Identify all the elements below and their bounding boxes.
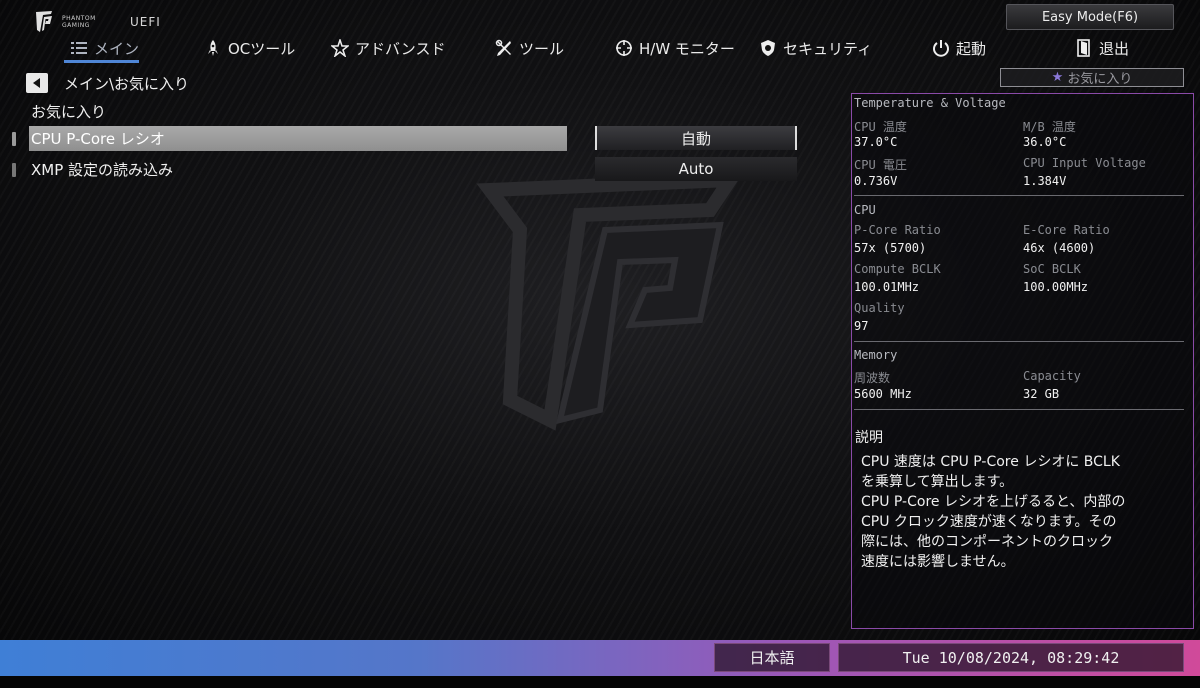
brand-logo: PHANTOM GAMING UEFI — [34, 10, 161, 34]
memory-capacity-label: Capacity — [1023, 369, 1081, 383]
soc-bclk-label: SoC BCLK — [1023, 262, 1081, 276]
setting-row-cpu-pcore-ratio[interactable]: CPU P-Core レシオ — [12, 126, 567, 151]
xmp-value[interactable]: Auto — [595, 157, 797, 181]
status-bar-edge — [0, 676, 1200, 688]
cpu-voltage-label: CPU 電圧 — [854, 158, 907, 172]
shield-icon — [761, 40, 775, 56]
tab-main-label: メイン — [94, 39, 140, 58]
tab-exit[interactable]: 退出 — [1075, 34, 1129, 62]
description-text: CPU 速度は CPU P-Core レシオに BCLK を乗算して算出します。… — [861, 454, 1126, 570]
quality-label: Quality — [854, 301, 905, 315]
phantom-gaming-logo-icon — [36, 11, 52, 32]
soc-bclk-value: 100.00MHz — [1023, 280, 1089, 294]
active-tab-indicator — [64, 60, 139, 63]
tab-tools[interactable]: ツール — [495, 34, 564, 62]
hw-monitor-panel: Temperature & Voltage CPU 温度 37.0°C M/B … — [851, 93, 1194, 629]
tab-advanced[interactable]: アドバンスド — [331, 34, 445, 62]
setting-row-xmp[interactable]: XMP 設定の読み込み — [12, 157, 567, 182]
cpu-voltage-value: 0.736V — [854, 174, 898, 188]
cpu-input-voltage-value: 1.384V — [1023, 174, 1067, 188]
star-icon: ★ — [1051, 70, 1064, 85]
cpu-temp-value: 37.0°C — [854, 135, 898, 149]
mb-temp-value: 36.0°C — [1023, 135, 1067, 149]
language-button[interactable]: 日本語 — [714, 643, 830, 672]
ecore-ratio-value: 46x (4600) — [1023, 241, 1096, 255]
main-nav: メイン OCツール アドバンスド ツール H/W モニター セキュリティ 起動 … — [0, 34, 1200, 62]
tab-oc-tools[interactable]: OCツール — [204, 34, 295, 62]
back-button[interactable] — [26, 73, 48, 93]
star-icon — [331, 39, 349, 57]
description-title: 説明 — [855, 430, 883, 446]
memory-capacity-value: 32 GB — [1023, 387, 1060, 401]
brand-line-2: GAMING — [62, 22, 90, 29]
tab-hw-monitor[interactable]: H/W モニター — [615, 34, 735, 62]
power-icon — [933, 40, 949, 57]
list-icon — [71, 42, 87, 54]
exit-icon — [1077, 39, 1090, 57]
pcore-ratio-value: 57x (5700) — [854, 241, 927, 255]
tools-icon — [495, 39, 511, 56]
setting-label: XMP 設定の読み込み — [31, 161, 174, 179]
favorites-button[interactable]: ★ お気に入り — [1000, 68, 1184, 87]
memory-frequency-label: 周波数 — [854, 371, 891, 385]
section-title: お気に入り — [31, 103, 107, 121]
row-marker — [12, 131, 16, 146]
divider — [854, 341, 1184, 342]
cpu-input-voltage-label: CPU Input Voltage — [1023, 156, 1146, 170]
favorites-label: お気に入り — [1067, 72, 1133, 87]
temp-voltage-heading: Temperature & Voltage — [854, 96, 1006, 110]
divider — [854, 195, 1184, 196]
brand-watermark-icon — [476, 172, 744, 431]
compute-bclk-label: Compute BCLK — [854, 262, 941, 276]
easy-mode-button[interactable]: Easy Mode(F6) — [1006, 4, 1174, 30]
tab-boot-label: 起動 — [956, 39, 987, 58]
tab-main[interactable]: メイン — [70, 34, 139, 62]
mb-temp-label: M/B 温度 — [1023, 120, 1076, 134]
tab-security[interactable]: セキュリティ — [759, 34, 872, 62]
brand-name: PHANTOM GAMING — [62, 15, 112, 29]
tab-advanced-label: アドバンスド — [355, 39, 446, 58]
tab-hw-monitor-label: H/W モニター — [639, 39, 735, 58]
rocket-icon — [208, 40, 218, 56]
cpu-heading: CPU — [854, 203, 876, 217]
memory-heading: Memory — [854, 348, 898, 362]
cpu-pcore-ratio-value[interactable]: 自動 — [595, 126, 797, 150]
divider — [854, 409, 1184, 410]
tab-security-label: セキュリティ — [783, 39, 873, 58]
memory-frequency-value: 5600 MHz — [854, 387, 912, 401]
tab-boot[interactable]: 起動 — [932, 34, 986, 62]
ecore-ratio-label: E-Core Ratio — [1023, 223, 1110, 237]
compute-bclk-value: 100.01MHz — [854, 280, 920, 294]
datetime-display[interactable]: Tue 10/08/2024, 08:29:42 — [838, 643, 1184, 672]
pcore-ratio-label: P-Core Ratio — [854, 223, 941, 237]
uefi-label: UEFI — [130, 15, 161, 29]
row-marker — [12, 162, 16, 177]
cpu-temp-label: CPU 温度 — [854, 120, 907, 134]
crosshair-icon — [616, 40, 632, 56]
quality-value: 97 — [854, 319, 869, 333]
brand-line-1: PHANTOM — [62, 15, 96, 22]
tab-tools-label: ツール — [519, 39, 565, 58]
setting-label: CPU P-Core レシオ — [31, 130, 165, 148]
tab-oc-tools-label: OCツール — [228, 39, 296, 58]
tab-exit-label: 退出 — [1099, 39, 1130, 58]
breadcrumb: メイン\お気に入り — [64, 75, 190, 93]
